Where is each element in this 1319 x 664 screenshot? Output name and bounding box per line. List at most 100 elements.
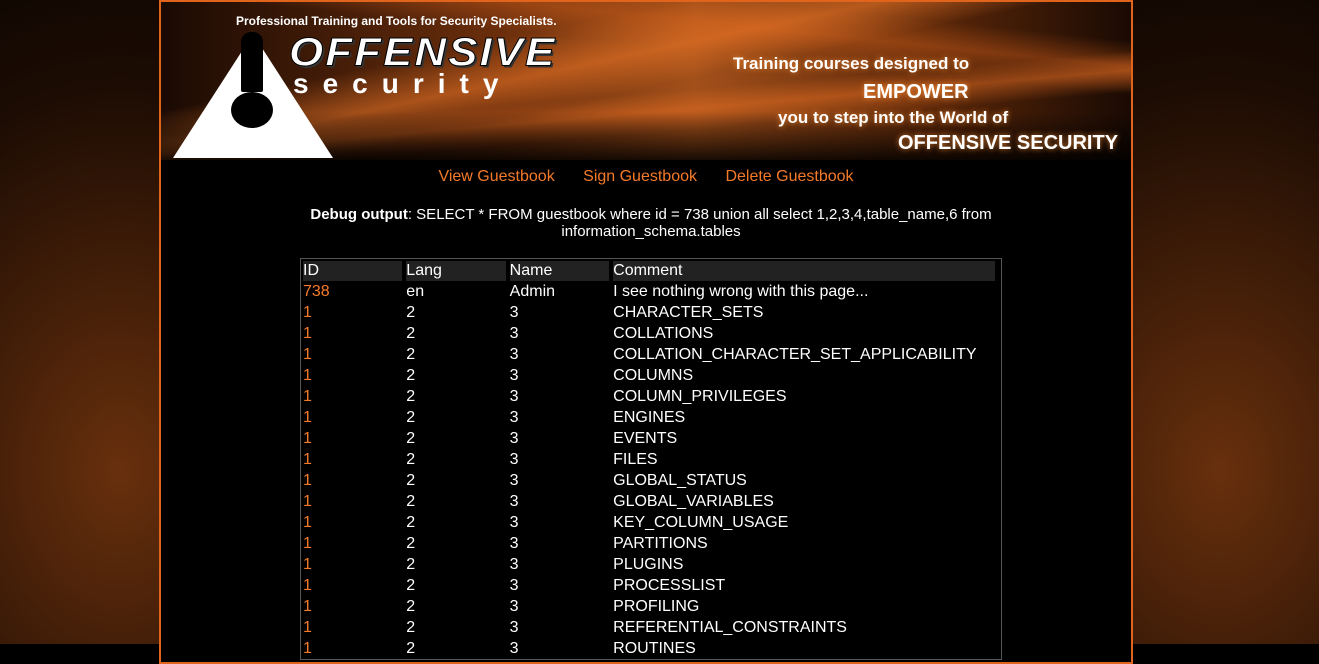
promo-line-2: EMPOWER [863, 81, 969, 103]
cell-lang: 2 [406, 387, 416, 405]
entry-id-link[interactable]: 1 [303, 493, 312, 510]
table-row: 1 2 3 COLUMNS [303, 365, 995, 386]
cell-id: 1 [303, 554, 402, 575]
cell-lang: 2 [406, 408, 416, 426]
column-header-lang: Lang [406, 261, 506, 281]
debug-output: Debug output: SELECT * FROM guestbook wh… [271, 206, 1031, 240]
cell-comment: COLLATION_CHARACTER_SET_APPLICABILITY [613, 345, 977, 363]
entry-id-link[interactable]: 1 [303, 556, 312, 573]
cell-lang: 2 [406, 618, 416, 636]
cell-name: 3 [509, 639, 519, 657]
entry-id-link[interactable]: 1 [303, 367, 312, 384]
cell-comment: REFERENTIAL_CONSTRAINTS [613, 618, 847, 636]
table-row: 1 2 3 FILES [303, 449, 995, 470]
cell-id: 1 [303, 575, 402, 596]
silhouette-shadow-icon [231, 92, 273, 128]
entry-id-link[interactable]: 1 [303, 346, 312, 363]
entry-id-link[interactable]: 1 [303, 430, 312, 447]
cell-comment: GLOBAL_VARIABLES [613, 492, 774, 510]
cell-lang: 2 [406, 492, 416, 510]
cell-lang: 2 [406, 345, 416, 363]
cell-comment: CHARACTER_SETS [613, 303, 764, 321]
table-row: 1 2 3 PROFILING [303, 596, 995, 617]
table-header-row: ID Lang Name Comment [303, 261, 995, 281]
nav-sign-guestbook[interactable]: Sign Guestbook [583, 168, 697, 185]
entry-id-link[interactable]: 1 [303, 619, 312, 636]
table-row: 1 2 3 PARTITIONS [303, 533, 995, 554]
table-row: 1 2 3 GLOBAL_STATUS [303, 470, 995, 491]
entry-id-link[interactable]: 1 [303, 388, 312, 405]
cell-id: 1 [303, 407, 402, 428]
cell-name: 3 [509, 366, 519, 384]
table-row: 738 en Admin I see nothing wrong with this … [303, 281, 995, 302]
entry-id-link[interactable]: 1 [303, 409, 312, 426]
promo-line-1: Training courses designed to [733, 54, 970, 73]
cell-id: 1 [303, 323, 402, 344]
entry-id-link[interactable]: 1 [303, 325, 312, 342]
cell-lang: 2 [406, 429, 416, 447]
cell-id: 1 [303, 470, 402, 491]
cell-name: 3 [509, 387, 519, 405]
page-container: Professional Training and Tools for Secu… [159, 0, 1133, 664]
cell-lang: 2 [406, 534, 416, 552]
cell-lang: 2 [406, 576, 416, 594]
cell-id: 1 [303, 449, 402, 470]
cell-comment: ROUTINES [613, 639, 696, 657]
table-row: 1 2 3 ROUTINES [303, 638, 995, 659]
entry-id-link[interactable]: 1 [303, 640, 312, 657]
column-header-id: ID [303, 261, 403, 281]
cell-id: 1 [303, 386, 402, 407]
cell-name: 3 [509, 492, 519, 510]
debug-label: Debug output [310, 206, 408, 223]
entry-id-link[interactable]: 1 [303, 535, 312, 552]
cell-lang: 2 [406, 471, 416, 489]
cell-comment: PLUGINS [613, 555, 684, 573]
nav-delete-guestbook[interactable]: Delete Guestbook [725, 168, 853, 185]
guestbook-results: ID Lang Name Comment 738 en Admin I see not… [300, 258, 1002, 660]
table-row: 1 2 3 KEY_COLUMN_USAGE [303, 512, 995, 533]
cell-lang: 2 [406, 597, 416, 615]
table-row: 1 2 3 COLUMN_PRIVILEGES [303, 386, 995, 407]
cell-id: 1 [303, 638, 402, 659]
table-row: 1 2 3 EVENTS [303, 428, 995, 449]
cell-name: 3 [509, 555, 519, 573]
cell-comment: KEY_COLUMN_USAGE [613, 513, 789, 531]
cell-lang: 2 [406, 366, 416, 384]
table-row: 1 2 3 GLOBAL_VARIABLES [303, 491, 995, 512]
table-row: 1 2 3 COLLATION_CHARACTER_SET_APPLICABILITY [303, 344, 995, 365]
entry-id-link[interactable]: 1 [303, 577, 312, 594]
cell-name: 3 [509, 471, 519, 489]
entry-id-link[interactable]: 738 [303, 283, 330, 300]
cell-id: 1 [303, 344, 402, 365]
cell-lang: 2 [406, 450, 416, 468]
cell-name: 3 [509, 534, 519, 552]
cell-id: 1 [303, 617, 402, 638]
table-row: 1 2 3 COLLATIONS [303, 323, 995, 344]
cell-id: 1 [303, 491, 402, 512]
column-header-name: Name [509, 261, 610, 281]
cell-id: 1 [303, 302, 402, 323]
cell-name: 3 [509, 324, 519, 342]
table-row: 1 2 3 PLUGINS [303, 554, 995, 575]
cell-lang: 2 [406, 513, 416, 531]
cell-comment: ENGINES [613, 408, 686, 426]
debug-query: : SELECT * FROM guestbook where id = 738… [407, 206, 992, 240]
entry-id-link[interactable]: 1 [303, 304, 312, 321]
entry-id-link[interactable]: 1 [303, 514, 312, 531]
entry-id-link[interactable]: 1 [303, 598, 312, 615]
table-row: 1 2 3 REFERENTIAL_CONSTRAINTS [303, 617, 995, 638]
entry-id-link[interactable]: 1 [303, 451, 312, 468]
cell-lang: 2 [406, 324, 416, 342]
entry-id-link[interactable]: 1 [303, 472, 312, 489]
cell-comment: FILES [613, 450, 658, 468]
cell-id: 1 [303, 512, 402, 533]
cell-name: Admin [509, 282, 556, 300]
nav-view-guestbook[interactable]: View Guestbook [438, 168, 554, 185]
cell-name: 3 [509, 408, 519, 426]
cell-lang: 2 [406, 303, 416, 321]
cell-id: 1 [303, 428, 402, 449]
logo-text-security: security [293, 68, 513, 99]
table-row: 1 2 3 PROCESSLIST [303, 575, 995, 596]
cell-comment: GLOBAL_STATUS [613, 471, 747, 489]
cell-comment: COLUMNS [613, 366, 694, 384]
